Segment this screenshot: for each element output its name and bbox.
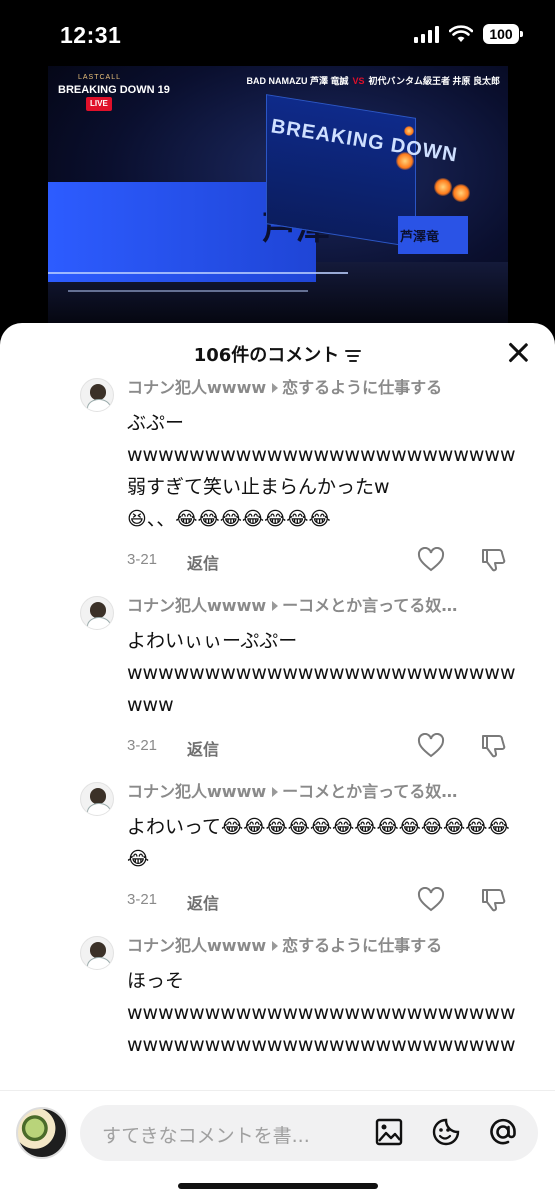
stage-light xyxy=(68,290,308,292)
reply-arrow-icon xyxy=(272,601,279,611)
comment-date: 3-21 xyxy=(127,737,158,754)
comment-text: よわいぃぃーぷぷー wwwwwwwwwwwwwwwwwwwwwwwwwwww xyxy=(127,630,516,716)
status-bar: 12:31 100 xyxy=(0,0,555,64)
comment-item: コナン犯人wwww 恋するように仕事する ほっそ wwwwwwwwwwwwwwww… xyxy=(0,933,555,1061)
reply-to-user[interactable]: 恋するように仕事する xyxy=(282,936,442,955)
emoji-icon[interactable] xyxy=(431,1117,461,1147)
thumbs-down-icon[interactable] xyxy=(479,547,507,573)
status-icons: 100 xyxy=(414,24,523,44)
status-time: 12:31 xyxy=(60,22,122,48)
video-player[interactable]: 芦澤 BREAKING DOWN 芦澤竜 LASTCALL BREAKING D… xyxy=(48,66,508,326)
reply-arrow-icon xyxy=(272,941,279,951)
comment-footer: 3-21 返信 xyxy=(127,727,531,767)
comment-item: コナン犯人wwww 恋するように仕事する ぶぷー wwwwwwwwwwwwwwww… xyxy=(0,375,555,581)
avatar[interactable] xyxy=(80,936,114,970)
heart-icon[interactable] xyxy=(417,887,445,913)
reply-to-user[interactable]: ーコメとか言ってる奴… xyxy=(282,596,457,615)
live-badge: LIVE xyxy=(86,97,112,111)
heart-icon[interactable] xyxy=(417,547,445,573)
stage-screen-small-text: 芦澤竜 xyxy=(400,230,440,245)
comment-item: コナン犯人wwww ーコメとか言ってる奴… よわいって😂😂😂😂😂😂😂😂😂😂😂😂😂😂… xyxy=(0,779,555,921)
image-icon[interactable] xyxy=(374,1117,404,1147)
comment-list[interactable]: コナン犯人wwww 恋するように仕事する ぶぷー wwwwwwwwwwwwwwww… xyxy=(0,375,555,1093)
close-button[interactable] xyxy=(507,341,529,363)
comment-sheet-header: 106件のコメント xyxy=(0,323,555,381)
home-indicator xyxy=(178,1183,378,1189)
comment-input-bar: すてきなコメントを書... xyxy=(0,1090,555,1200)
event-logo: LASTCALL BREAKING DOWN 19 LIVE xyxy=(58,72,170,111)
reply-to-user[interactable]: 恋するように仕事する xyxy=(282,378,442,397)
user-avatar[interactable] xyxy=(16,1107,68,1159)
comment-username[interactable]: コナン犯人wwww xyxy=(127,596,266,615)
battery-icon: 100 xyxy=(483,24,523,44)
flame-effect xyxy=(404,126,414,136)
comment-date: 3-21 xyxy=(127,891,158,908)
at-icon[interactable] xyxy=(488,1117,518,1147)
comment-meta: コナン犯人wwww 恋するように仕事する xyxy=(127,375,531,401)
filter-icon[interactable] xyxy=(345,350,362,362)
wifi-icon xyxy=(449,25,473,42)
comment-username[interactable]: コナン犯人wwww xyxy=(127,378,266,397)
fight-title: BAD NAMAZU 芦澤 竜誠 VS 初代バンタム級王者 井原 良太郎 xyxy=(246,76,500,86)
comment-item: コナン犯人wwww ーコメとか言ってる奴… よわいぃぃーぷぷー wwwwwwwww… xyxy=(0,593,555,767)
reply-button[interactable]: 返信 xyxy=(187,550,219,574)
comment-sheet: 106件のコメント コナン犯人wwww 恋するように仕事する ぶぷー wwwwww… xyxy=(0,323,555,1200)
heart-icon[interactable] xyxy=(417,733,445,759)
reply-arrow-icon xyxy=(272,787,279,797)
comment-text: よわいって😂😂😂😂😂😂😂😂😂😂😂😂😂😂 xyxy=(127,816,510,870)
reply-button[interactable]: 返信 xyxy=(187,890,219,914)
reply-button[interactable]: 返信 xyxy=(187,736,219,760)
comment-footer: 3-21 返信 xyxy=(127,541,531,581)
reply-arrow-icon xyxy=(272,383,279,393)
comment-username[interactable]: コナン犯人wwww xyxy=(127,936,266,955)
thumbs-down-icon[interactable] xyxy=(479,887,507,913)
cellular-signal-icon xyxy=(414,25,439,43)
flame-effect xyxy=(452,184,470,202)
comment-footer: 3-21 返信 xyxy=(127,881,531,921)
comment-username[interactable]: コナン犯人wwww xyxy=(127,782,266,801)
comment-text: ほっそ wwwwwwwwwwwwwwwwwwwwwwwwwwwwwwwwwwww… xyxy=(127,970,516,1056)
stage-light xyxy=(48,272,348,274)
reply-to-user[interactable]: ーコメとか言ってる奴… xyxy=(282,782,457,801)
flame-effect xyxy=(396,152,414,170)
avatar[interactable] xyxy=(80,782,114,816)
comment-date: 3-21 xyxy=(127,551,158,568)
flame-effect xyxy=(434,178,452,196)
comment-meta: コナン犯人wwww 恋するように仕事する xyxy=(127,933,531,959)
comment-meta: コナン犯人wwww ーコメとか言ってる奴… xyxy=(127,593,531,619)
thumbs-down-icon[interactable] xyxy=(479,733,507,759)
avatar[interactable] xyxy=(80,378,114,412)
avatar[interactable] xyxy=(80,596,114,630)
comment-input-placeholder: すてきなコメントを書... xyxy=(102,1125,310,1147)
comment-meta: コナン犯人wwww ーコメとか言ってる奴… xyxy=(127,779,531,805)
comment-text: ぶぷー wwwwwwwwwwwwwwwwwwwwwwwww弱すぎて笑い止まらんか… xyxy=(127,412,516,530)
comment-count-title: 106件のコメント xyxy=(0,341,555,367)
